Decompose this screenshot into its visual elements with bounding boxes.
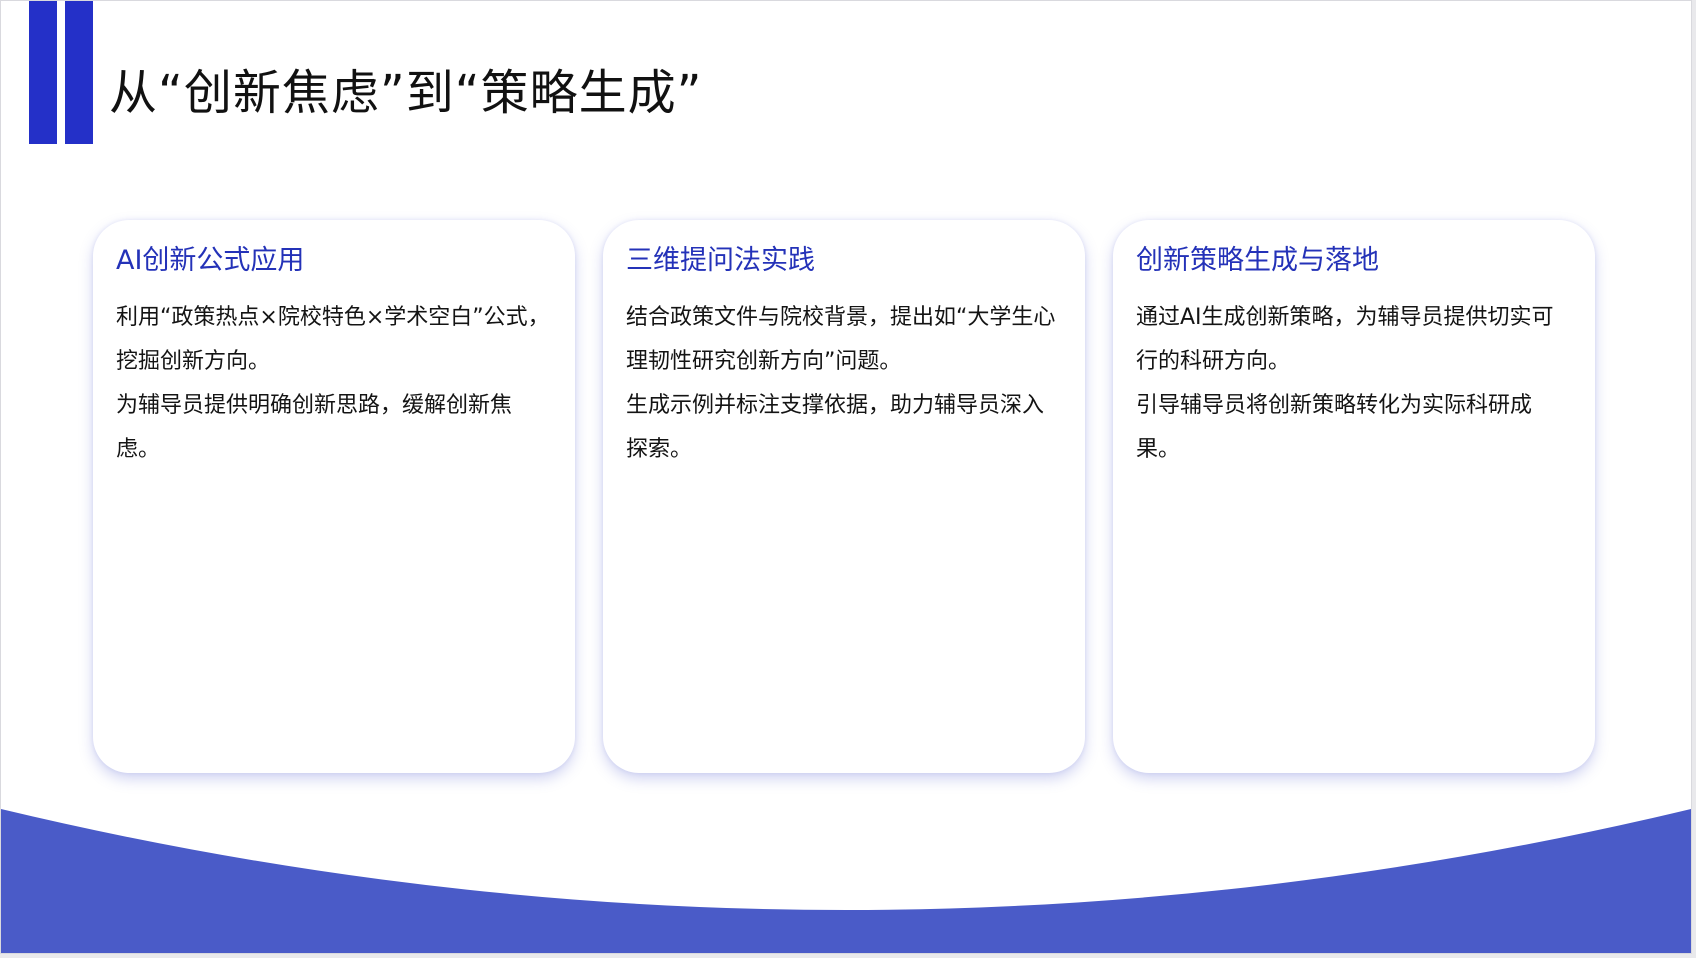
wave-shape bbox=[1, 809, 1691, 953]
card-paragraph: 生成示例并标注支撑依据，助力辅导员深入探索。 bbox=[626, 393, 1045, 462]
slide: 从“创新焦虑”到“策略生成” AI创新公式应用 利用“政策热点×院校特色×学术空… bbox=[0, 0, 1692, 954]
card-paragraph: 为辅导员提供明确创新思路，缓解创新焦虑。 bbox=[116, 393, 513, 462]
card-three-dim-questioning: 三维提问法实践 结合政策文件与院校背景，提出如“大学生心理韧性研究创新方向”问题… bbox=[603, 220, 1085, 773]
card-body: 结合政策文件与院校背景，提出如“大学生心理韧性研究创新方向”问题。 生成示例并标… bbox=[626, 296, 1063, 472]
card-heading: AI创新公式应用 bbox=[116, 245, 305, 276]
card-paragraph: 引导辅导员将创新策略转化为实际科研成果。 bbox=[1136, 393, 1533, 462]
card-body: 利用“政策热点×院校特色×学术空白”公式，挖掘创新方向。 为辅导员提供明确创新思… bbox=[116, 296, 553, 472]
card-strategy-generation: 创新策略生成与落地 通过AI生成创新策略，为辅导员提供切实可行的科研方向。 引导… bbox=[1113, 220, 1595, 773]
card-body: 通过AI生成创新策略，为辅导员提供切实可行的科研方向。 引导辅导员将创新策略转化… bbox=[1136, 296, 1573, 472]
card-paragraph: 结合政策文件与院校背景，提出如“大学生心理韧性研究创新方向”问题。 bbox=[626, 305, 1056, 374]
card-heading: 创新策略生成与落地 bbox=[1136, 245, 1379, 276]
card-heading: 三维提问法实践 bbox=[626, 245, 815, 276]
card-paragraph: 通过AI生成创新策略，为辅导员提供切实可行的科研方向。 bbox=[1136, 305, 1554, 374]
card-ai-formula: AI创新公式应用 利用“政策热点×院校特色×学术空白”公式，挖掘创新方向。 为辅… bbox=[93, 220, 575, 773]
card-paragraph: 利用“政策热点×院校特色×学术空白”公式，挖掘创新方向。 bbox=[116, 305, 550, 374]
